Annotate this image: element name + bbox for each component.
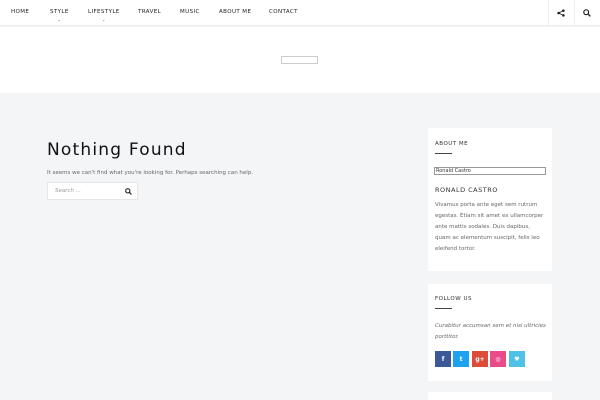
bloglovin-icon: ♥ (514, 355, 520, 363)
widget-title: FOLLOW US (435, 296, 472, 302)
widget-title-underline (435, 153, 452, 154)
nav-item-about-me[interactable]: ABOUT ME (219, 9, 251, 15)
twitter-icon: t (459, 355, 463, 363)
google-plus-icon: g+ (475, 355, 485, 363)
google-plus-button[interactable]: g+ (472, 351, 488, 367)
site-logo[interactable] (281, 56, 318, 64)
search-submit-button[interactable] (121, 185, 135, 197)
chevron-down-icon: ⌄ (57, 17, 62, 22)
share-icon (557, 9, 565, 17)
search-icon (124, 187, 132, 195)
search-input[interactable] (48, 183, 122, 199)
dribbble-button[interactable]: ◎ (490, 351, 506, 367)
sidebar-widget (428, 392, 552, 400)
nav-item-contact[interactable]: CONTACT (269, 9, 298, 15)
about-text: Vivamus porta ante eget sem rutrum egest… (435, 202, 544, 252)
widget-title: ABOUT ME (435, 141, 469, 147)
nav-item-style[interactable]: STYLE ⌄ (50, 9, 69, 22)
search-icon (583, 9, 591, 17)
about-me-widget: ABOUT ME Ronald Castro RONALD CASTRO Viv… (428, 128, 552, 271)
nav-item-label: CONTACT (269, 9, 298, 15)
page-description: It seems we can't find what you're looki… (47, 170, 254, 176)
widget-title-underline (435, 308, 452, 309)
nav-item-label: LIFESTYLE (88, 9, 120, 15)
search-button[interactable] (574, 0, 600, 26)
facebook-icon: f (441, 355, 445, 363)
nav-item-label: ABOUT ME (219, 9, 252, 15)
top-navigation: HOME STYLE ⌄ LIFESTYLE ⌄ TRAVEL MUSIC AB… (0, 0, 600, 26)
nav-item-home[interactable]: HOME (11, 9, 29, 15)
nav-item-label: TRAVEL (138, 9, 162, 15)
about-image: Ronald Castro (434, 167, 546, 175)
author-name: RONALD CASTRO (435, 186, 498, 194)
nav-item-label: MUSIC (180, 9, 200, 15)
nav-item-label: HOME (11, 9, 30, 15)
facebook-button[interactable]: f (435, 351, 451, 367)
chevron-down-icon: ⌄ (101, 17, 106, 22)
share-button[interactable] (548, 0, 574, 26)
follow-us-widget: FOLLOW US Curabitur accumsan sem et nisi… (428, 284, 552, 381)
search-form (47, 182, 138, 200)
nav-item-music[interactable]: MUSIC (180, 9, 200, 15)
nav-item-lifestyle[interactable]: LIFESTYLE ⌄ (88, 9, 120, 22)
follow-text: Curabitur accumsan sem et nisi ultricies… (435, 323, 546, 340)
dribbble-icon: ◎ (495, 355, 501, 363)
nav-item-label: STYLE (50, 9, 69, 15)
bloglovin-button[interactable]: ♥ (509, 351, 525, 367)
nav-item-travel[interactable]: TRAVEL (138, 9, 161, 15)
page-title: Nothing Found (47, 140, 187, 160)
twitter-button[interactable]: t (453, 351, 469, 367)
